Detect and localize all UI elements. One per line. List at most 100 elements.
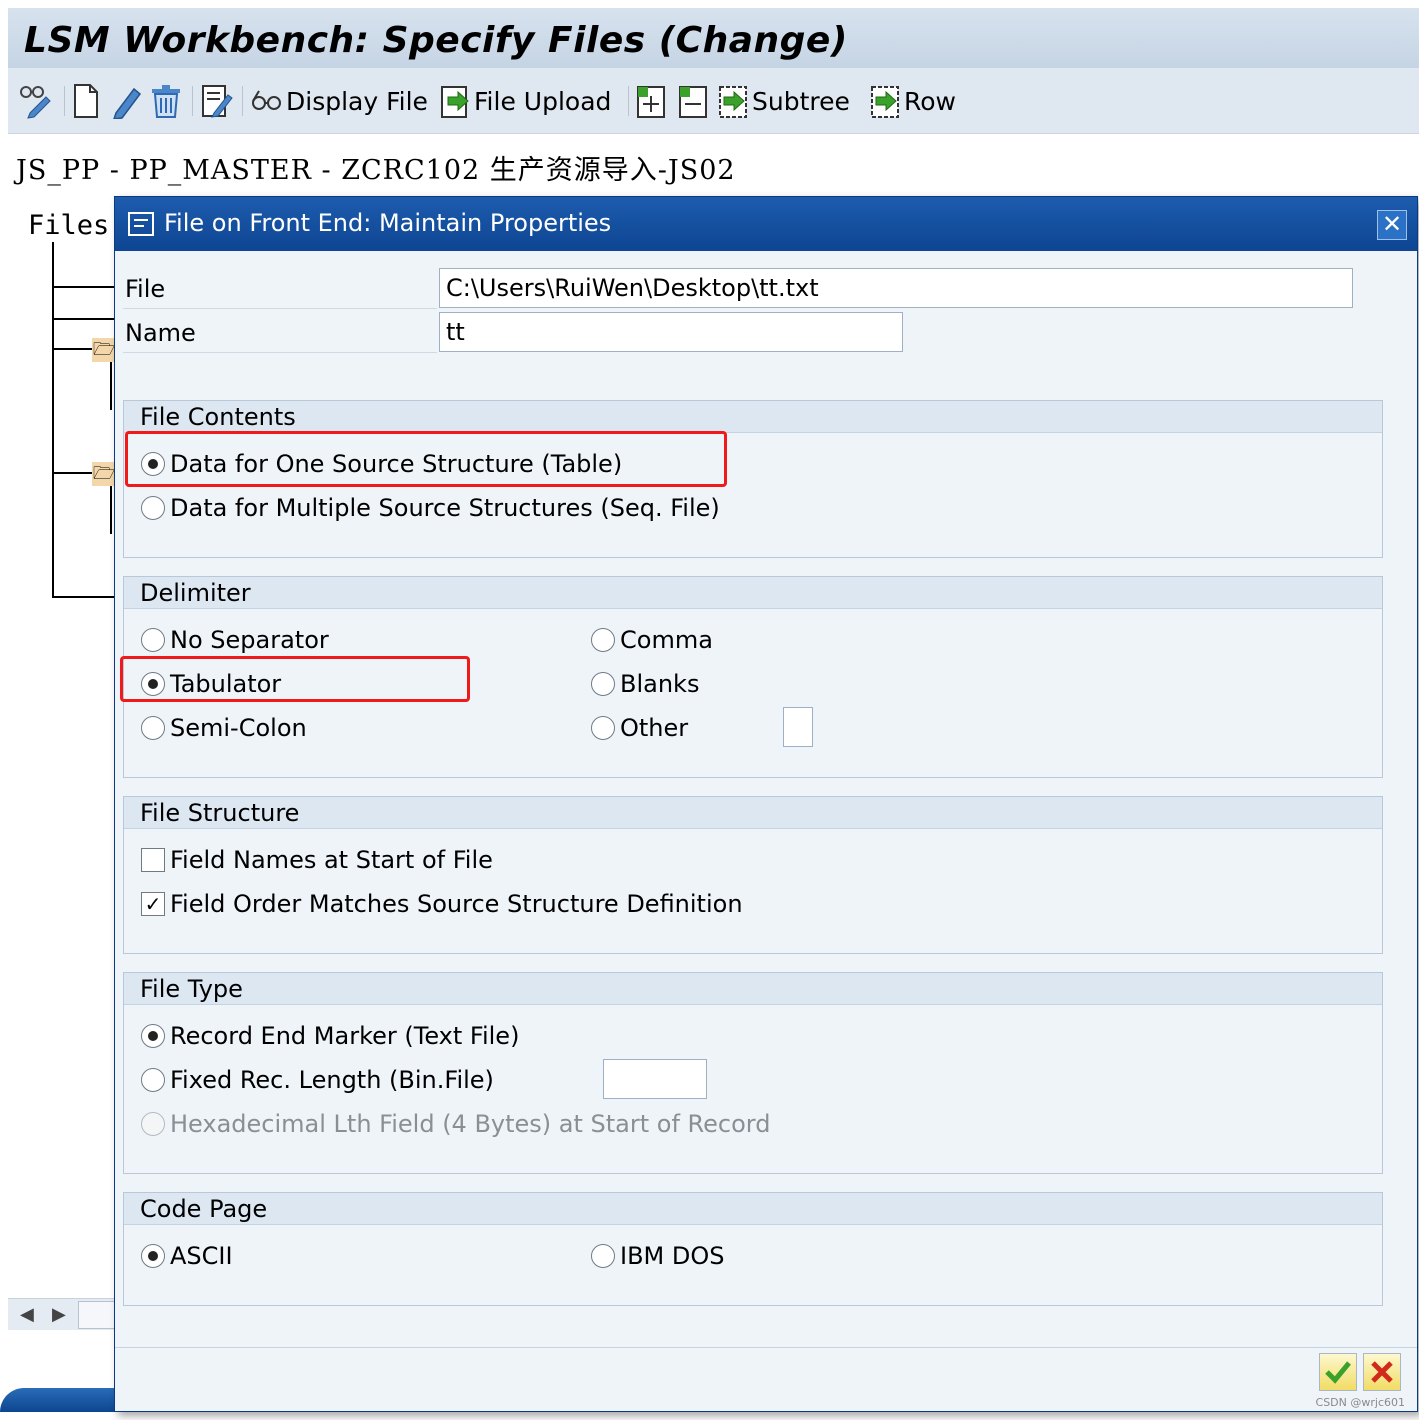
checkbox-checked-icon[interactable]: ✓ — [141, 892, 165, 916]
field-names-label: Field Names at Start of File — [170, 846, 493, 874]
tree-connector — [110, 486, 112, 534]
tree-connector — [52, 348, 92, 350]
multiple-source-structures-label: Data for Multiple Source Structures (Seq… — [170, 494, 720, 522]
file-type-header: File Type — [124, 973, 1382, 1005]
tree-root-label[interactable]: Files — [28, 210, 109, 241]
field-order-label: Field Order Matches Source Structure Def… — [170, 890, 743, 918]
row-button[interactable]: Row — [868, 82, 956, 120]
name-input[interactable]: tt — [439, 312, 903, 352]
ascii-label: ASCII — [170, 1242, 233, 1270]
files-tree-panel — [8, 200, 118, 1330]
other-delimiter-input[interactable] — [783, 707, 813, 747]
expand-button[interactable] — [634, 82, 668, 120]
hex-length-field-label: Hexadecimal Lth Field (4 Bytes) at Start… — [170, 1110, 771, 1138]
application-toolbar: Display File File Upload Subtree Row — [8, 68, 1419, 134]
code-page-header: Code Page — [124, 1193, 1382, 1225]
comma-label: Comma — [620, 626, 713, 654]
tree-connector — [52, 318, 116, 320]
horizontal-scrollbar[interactable]: ◀ ▶ — [8, 1298, 118, 1330]
highlight-box — [125, 431, 727, 487]
radio-disabled-icon — [141, 1112, 165, 1136]
create-button[interactable] — [72, 82, 100, 120]
radio-unselected-icon[interactable] — [591, 1244, 615, 1268]
delimiter-header: Delimiter — [124, 577, 1382, 609]
collapse-button[interactable] — [676, 82, 710, 120]
scroll-right-icon[interactable]: ▶ — [52, 1304, 66, 1325]
edit-list-icon — [202, 85, 233, 118]
field-order-checkbox[interactable]: ✓ Field Order Matches Source Structure D… — [141, 888, 743, 920]
tree-connector — [52, 242, 54, 598]
insert-icon — [637, 86, 665, 118]
file-path-input[interactable]: C:\Users\RuiWen\Desktop\tt.txt — [439, 268, 1353, 308]
folder-icon[interactable]: 🗁 — [92, 462, 116, 486]
dialog-footer-divider — [115, 1347, 1417, 1348]
radio-unselected-icon[interactable] — [591, 716, 615, 740]
file-upload-button[interactable]: File Upload — [438, 82, 611, 120]
toolbar-separator — [192, 86, 193, 116]
change-button[interactable] — [112, 82, 144, 120]
radio-unselected-icon[interactable] — [591, 672, 615, 696]
radio-unselected-icon[interactable] — [141, 1068, 165, 1092]
semi-colon-radio[interactable]: Semi-Colon — [141, 712, 307, 744]
ibm-dos-label: IBM DOS — [620, 1242, 725, 1270]
multiple-source-structures-radio[interactable]: Data for Multiple Source Structures (Seq… — [141, 492, 720, 524]
delete-button[interactable] — [148, 82, 184, 120]
radio-unselected-icon[interactable] — [591, 628, 615, 652]
display-file-button[interactable]: Display File — [250, 82, 428, 120]
subtree-button[interactable]: Subtree — [716, 82, 850, 120]
toolbar-separator — [628, 86, 629, 116]
radio-unselected-icon[interactable] — [141, 628, 165, 652]
pencil-icon — [113, 87, 142, 119]
radio-selected-icon[interactable] — [141, 1024, 165, 1048]
row-label: Row — [904, 86, 956, 116]
confirm-button[interactable] — [1319, 1353, 1357, 1391]
no-separator-label: No Separator — [170, 626, 329, 654]
window-title: LSM Workbench: Specify Files (Change) — [24, 20, 848, 61]
radio-unselected-icon[interactable] — [141, 716, 165, 740]
file-upload-label: File Upload — [474, 86, 612, 116]
ascii-radio[interactable]: ASCII — [141, 1240, 233, 1272]
radio-unselected-icon[interactable] — [141, 496, 165, 520]
blanks-label: Blanks — [620, 670, 700, 698]
object-path-heading: JS_PP - PP_MASTER - ZCRC102 生产资源导入-JS02 — [16, 155, 736, 186]
window-title-bar: LSM Workbench: Specify Files (Change) — [8, 8, 1419, 68]
maintain-properties-dialog: File on Front End: Maintain Properties ✕… — [114, 196, 1418, 1412]
fixed-record-length-radio[interactable]: Fixed Rec. Length (Bin.File) — [141, 1064, 494, 1096]
display-change-button[interactable] — [18, 82, 54, 120]
close-icon[interactable]: ✕ — [1377, 210, 1407, 240]
scroll-left-icon[interactable]: ◀ — [20, 1304, 34, 1325]
file-structure-header: File Structure — [124, 797, 1382, 829]
row-icon — [871, 86, 899, 118]
checkbox-unchecked-icon[interactable] — [141, 848, 165, 872]
record-end-marker-label: Record End Marker (Text File) — [170, 1022, 520, 1050]
code-page-group: Code Page — [123, 1192, 1383, 1306]
cancel-button[interactable] — [1363, 1353, 1401, 1391]
upload-icon — [441, 86, 469, 118]
name-label: Name — [123, 313, 437, 353]
no-separator-radio[interactable]: No Separator — [141, 624, 329, 656]
status-bar-edge — [0, 1388, 120, 1412]
trash-icon — [152, 85, 180, 118]
highlight-box — [120, 656, 470, 702]
checkmark-icon — [1325, 1361, 1351, 1384]
field-names-checkbox[interactable]: Field Names at Start of File — [141, 844, 493, 876]
blanks-radio[interactable]: Blanks — [591, 668, 699, 700]
tree-connector — [52, 472, 92, 474]
radio-selected-icon[interactable] — [141, 1244, 165, 1268]
edit-list-button[interactable] — [200, 82, 234, 120]
tree-connector — [52, 596, 116, 598]
dialog-window-icon — [128, 212, 154, 236]
ibm-dos-radio[interactable]: IBM DOS — [591, 1240, 724, 1272]
subtree-label: Subtree — [752, 86, 850, 116]
glasses-icon — [252, 90, 281, 110]
other-radio[interactable]: Other — [591, 712, 688, 744]
record-end-marker-radio[interactable]: Record End Marker (Text File) — [141, 1020, 519, 1052]
hex-length-field-radio: Hexadecimal Lth Field (4 Bytes) at Start… — [141, 1108, 770, 1140]
fixed-record-length-label: Fixed Rec. Length (Bin.File) — [170, 1066, 494, 1094]
display-file-label: Display File — [286, 86, 428, 116]
folder-icon[interactable]: 🗁 — [92, 338, 116, 362]
record-length-input[interactable] — [603, 1059, 707, 1099]
new-document-icon — [74, 84, 98, 118]
comma-radio[interactable]: Comma — [591, 624, 713, 656]
scroll-thumb[interactable] — [78, 1301, 118, 1329]
